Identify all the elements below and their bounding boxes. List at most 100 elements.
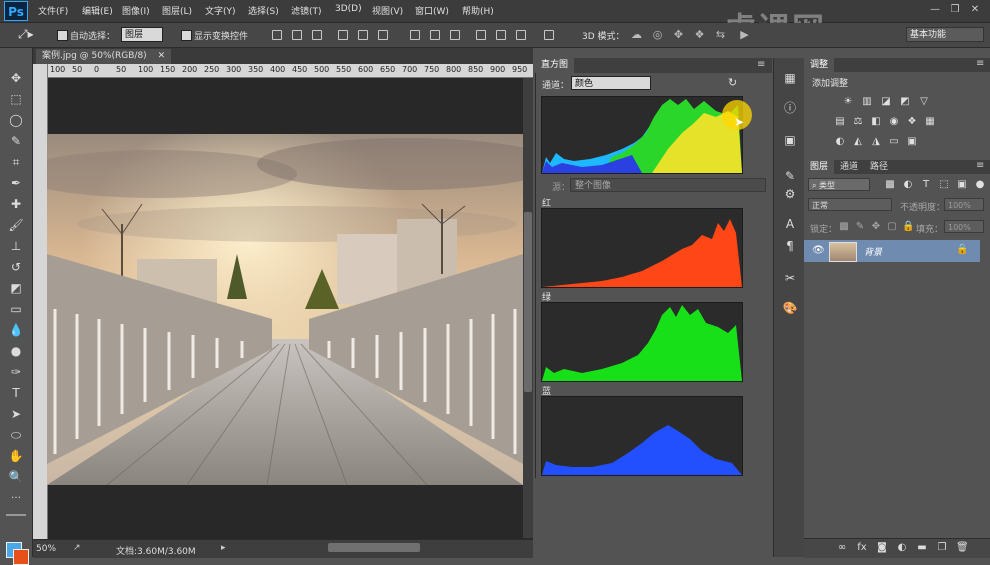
tab-paths[interactable]: 路径 bbox=[864, 160, 894, 175]
3d-slide-icon[interactable]: ❖ bbox=[693, 28, 706, 41]
brush-tool-icon[interactable]: 🖌 bbox=[8, 217, 24, 233]
pen-tool-icon[interactable]: ✑ bbox=[8, 364, 24, 380]
blur-tool-icon[interactable]: 💧 bbox=[8, 322, 24, 338]
posterize-icon[interactable]: ◭ bbox=[852, 136, 864, 148]
layer-filter-select[interactable]: ⌕ 类型 bbox=[808, 178, 870, 191]
new-layer-icon[interactable]: ❐ bbox=[936, 542, 948, 554]
vertical-ruler[interactable] bbox=[33, 64, 48, 539]
gradient-tool-icon[interactable]: ▭ bbox=[8, 301, 24, 317]
move-tool-icon[interactable]: ✥ bbox=[8, 70, 24, 86]
background-color-swatch[interactable] bbox=[13, 549, 29, 565]
hue-saturation-icon[interactable]: ▤ bbox=[834, 116, 846, 128]
auto-select-checkbox[interactable] bbox=[57, 30, 68, 41]
menu-image[interactable]: 图像(I) bbox=[122, 4, 150, 17]
marquee-tool-icon[interactable]: ⬚ bbox=[8, 91, 24, 107]
tab-channels[interactable]: 通道 bbox=[834, 160, 864, 175]
new-adjustment-icon[interactable]: ◐ bbox=[896, 542, 908, 554]
menu-layer[interactable]: 图层(L) bbox=[162, 4, 192, 17]
distribute-bottom-icon[interactable] bbox=[450, 30, 460, 40]
menu-type[interactable]: 文字(Y) bbox=[205, 4, 236, 17]
lock-artboard-icon[interactable]: ▢ bbox=[886, 221, 898, 233]
align-hcenter-icon[interactable] bbox=[358, 30, 368, 40]
healing-tool-icon[interactable]: ✚ bbox=[8, 196, 24, 212]
3d-roll-icon[interactable]: ◎ bbox=[651, 28, 664, 41]
paragraph-panel-icon[interactable]: ¶ bbox=[782, 238, 798, 254]
menu-file[interactable]: 文件(F) bbox=[38, 4, 68, 17]
source-select[interactable]: 整个图像 bbox=[570, 178, 766, 192]
history-panel-icon[interactable]: ▦ bbox=[782, 70, 798, 86]
quick-select-tool-icon[interactable]: ✎ bbox=[8, 133, 24, 149]
layers-menu-icon[interactable]: ≡ bbox=[976, 160, 984, 171]
brightness-icon[interactable]: ☀ bbox=[842, 96, 854, 108]
adjustments-menu-icon[interactable]: ≡ bbox=[976, 58, 984, 69]
stamp-tool-icon[interactable]: ⊥ bbox=[8, 238, 24, 254]
zoom-level[interactable]: 50% bbox=[36, 544, 56, 554]
layer-mask-icon[interactable]: ◙ bbox=[876, 542, 888, 554]
path-select-tool-icon[interactable]: ➤ bbox=[8, 406, 24, 422]
selective-color-icon[interactable]: ▣ bbox=[906, 136, 918, 148]
invert-icon[interactable]: ◐ bbox=[834, 136, 846, 148]
more-tools-icon[interactable]: … bbox=[8, 488, 24, 504]
3d-rotate-icon[interactable]: ☁ bbox=[630, 28, 643, 41]
brush-panel-icon[interactable]: ✎ bbox=[782, 168, 798, 184]
delete-layer-icon[interactable]: 🗑 bbox=[956, 542, 969, 554]
minimize-icon[interactable]: — bbox=[928, 3, 942, 17]
status-menu-arrow-icon[interactable]: ▸ bbox=[221, 543, 226, 553]
type-tool-icon[interactable]: T bbox=[8, 385, 24, 401]
gradient-map-icon[interactable]: ▭ bbox=[888, 136, 900, 148]
properties-panel-icon[interactable]: ⚙ bbox=[782, 186, 798, 202]
menu-select[interactable]: 选择(S) bbox=[248, 4, 279, 17]
close-icon[interactable]: ✕ bbox=[968, 3, 982, 17]
blend-mode-select[interactable]: 正常 bbox=[808, 198, 892, 211]
3d-pan-icon[interactable]: ✥ bbox=[672, 28, 685, 41]
zoom-tool-icon[interactable]: 🔍 bbox=[8, 469, 24, 485]
lock-all-icon[interactable]: 🔒 bbox=[902, 221, 914, 233]
color-lookup-icon[interactable]: ▦ bbox=[924, 116, 936, 128]
move-tool-icon[interactable]: ⤢▸ bbox=[18, 27, 34, 42]
tool-presets-icon[interactable]: ✂ bbox=[782, 270, 798, 286]
layer-name[interactable]: 背景 bbox=[864, 245, 882, 258]
export-icon[interactable]: ↗ bbox=[73, 543, 81, 553]
auto-align-icon[interactable] bbox=[544, 30, 554, 40]
shape-tool-icon[interactable]: ⬭ bbox=[8, 427, 24, 443]
document-tab[interactable]: 案例.jpg @ 50%(RGB/8) ✕ bbox=[36, 49, 172, 64]
exposure-icon[interactable]: ◩ bbox=[899, 96, 911, 108]
play-icon[interactable]: ▶ bbox=[738, 28, 751, 41]
align-vcenter-icon[interactable] bbox=[292, 30, 302, 40]
menu-3d[interactable]: 3D(D) bbox=[335, 4, 362, 14]
close-tab-icon[interactable]: ✕ bbox=[158, 51, 166, 61]
curves-icon[interactable]: ◪ bbox=[880, 96, 892, 108]
tab-histogram[interactable]: 直方图 bbox=[535, 58, 575, 73]
opacity-input[interactable]: 100% bbox=[944, 198, 984, 211]
menu-help[interactable]: 帮助(H) bbox=[462, 4, 494, 17]
history-brush-tool-icon[interactable]: ↺ bbox=[8, 259, 24, 275]
menu-edit[interactable]: 编辑(E) bbox=[82, 4, 113, 17]
filter-type-icon[interactable]: T bbox=[920, 179, 932, 191]
menu-window[interactable]: 窗口(W) bbox=[415, 4, 449, 17]
vibrance-icon[interactable]: ▽ bbox=[918, 96, 930, 108]
libraries-panel-icon[interactable]: ▣ bbox=[782, 132, 798, 148]
distribute-hcenter-icon[interactable] bbox=[496, 30, 506, 40]
menu-view[interactable]: 视图(V) bbox=[372, 4, 403, 17]
eraser-tool-icon[interactable]: ◩ bbox=[8, 280, 24, 296]
hand-tool-icon[interactable]: ✋ bbox=[8, 448, 24, 464]
align-left-icon[interactable] bbox=[338, 30, 348, 40]
channel-mixer-icon[interactable]: ❖ bbox=[906, 116, 918, 128]
info-panel-icon[interactable]: ⓘ bbox=[782, 100, 798, 116]
maximize-icon[interactable]: ❐ bbox=[948, 3, 962, 17]
levels-icon[interactable]: ▥ bbox=[861, 96, 873, 108]
fill-input[interactable]: 100% bbox=[944, 220, 984, 233]
tab-layers[interactable]: 图层 bbox=[804, 160, 835, 175]
lock-image-icon[interactable]: ✎ bbox=[854, 221, 866, 233]
layer-style-icon[interactable]: fx bbox=[856, 542, 868, 554]
align-right-icon[interactable] bbox=[378, 30, 388, 40]
canvas-image-bridge[interactable] bbox=[47, 134, 523, 485]
filter-toggle-icon[interactable]: ● bbox=[974, 179, 986, 191]
vertical-scroll-thumb[interactable] bbox=[524, 212, 532, 392]
align-bottom-icon[interactable] bbox=[312, 30, 322, 40]
panel-menu-icon[interactable]: ≡ bbox=[757, 59, 765, 70]
lock-position-icon[interactable]: ✥ bbox=[870, 221, 882, 233]
menu-filter[interactable]: 滤镜(T) bbox=[291, 4, 322, 17]
align-top-icon[interactable] bbox=[272, 30, 282, 40]
tab-adjustments[interactable]: 调整 bbox=[804, 58, 835, 73]
